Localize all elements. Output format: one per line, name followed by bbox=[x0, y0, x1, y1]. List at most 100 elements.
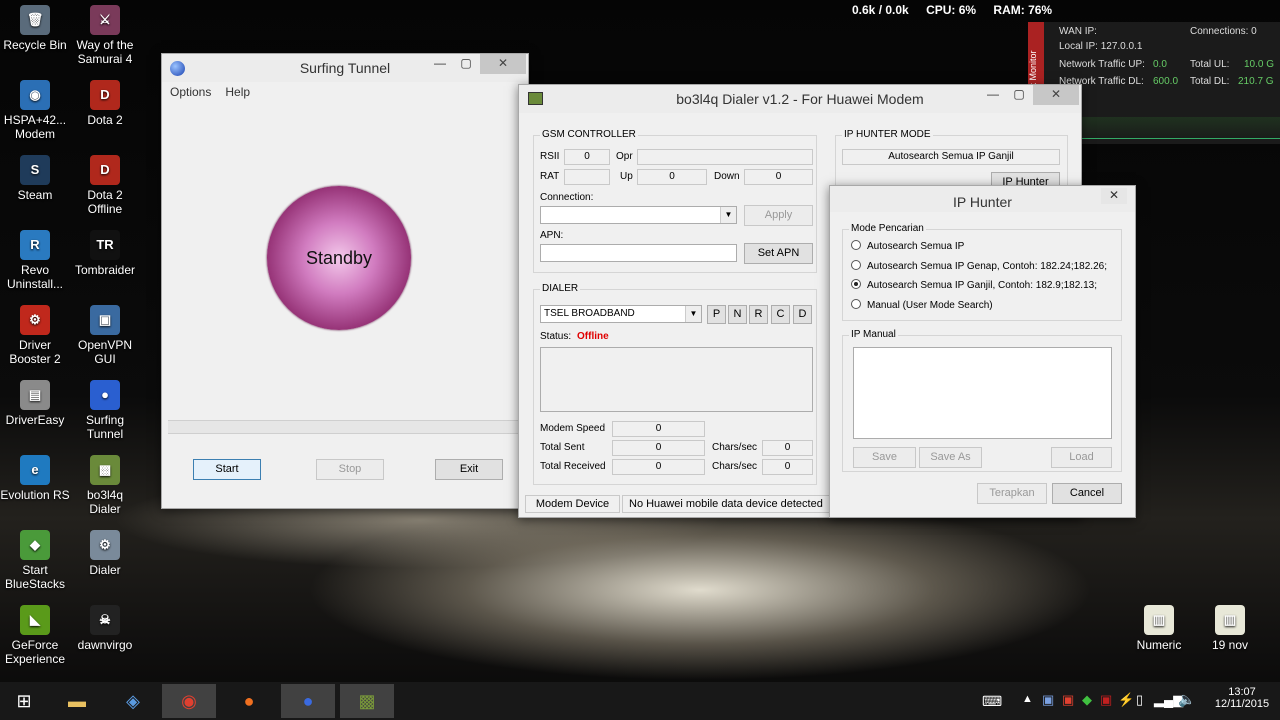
rat-label: RAT bbox=[540, 171, 560, 182]
desktop-icon[interactable]: R Revo Uninstall... bbox=[0, 230, 70, 291]
exit-button[interactable]: Exit bbox=[435, 459, 503, 480]
ip-hunter-titlebar[interactable]: IP Hunter ✕ bbox=[830, 186, 1135, 212]
dialer-maximize-button[interactable]: ▢ bbox=[1005, 85, 1033, 105]
dialer-close-button[interactable]: ✕ bbox=[1033, 85, 1079, 105]
desktop-icon[interactable]: TR Tombraider bbox=[70, 230, 140, 277]
desktop-icon[interactable]: ▥ 19 nov bbox=[1195, 605, 1265, 652]
desktop-icon[interactable]: S Steam bbox=[0, 155, 70, 202]
desktop-icon[interactable]: ◆ Start BlueStacks bbox=[0, 530, 70, 591]
apply-button[interactable]: Apply bbox=[744, 205, 813, 226]
mode-radio-option[interactable]: Autosearch Semua IP Genap, Contoh: 182.2… bbox=[851, 259, 1107, 272]
desktop-icon[interactable]: ▩ bo3l4q Dialer bbox=[70, 455, 140, 516]
dialer-titlebar[interactable]: bo3l4q Dialer v1.2 - For Huawei Modem — … bbox=[519, 85, 1081, 113]
ip-hunter-title: IP Hunter bbox=[953, 194, 1012, 210]
desktop-icon[interactable]: D Dota 2 Offline bbox=[70, 155, 140, 216]
minimize-button[interactable]: — bbox=[426, 54, 454, 74]
rsii-label: RSII bbox=[540, 151, 560, 162]
desktop-icon-label: Numeric bbox=[1136, 638, 1182, 652]
traffic-dl-value: 600.0 bbox=[1153, 76, 1179, 87]
profile-select[interactable]: TSEL BROADBAND ▼ bbox=[540, 305, 702, 323]
dialer-taskbar-icon[interactable]: ▩ bbox=[340, 684, 394, 718]
ip-hunter-close-button[interactable]: ✕ bbox=[1101, 188, 1127, 204]
r-button[interactable]: R bbox=[749, 305, 768, 324]
desktop-icon[interactable]: ☠ dawnvirgo bbox=[70, 605, 140, 652]
mode-radio-option[interactable]: Manual (User Mode Search) bbox=[851, 298, 993, 311]
traffic-graph bbox=[1056, 117, 1280, 139]
c-button[interactable]: C bbox=[771, 305, 790, 324]
keyboard-icon[interactable]: ⌨ bbox=[982, 693, 1002, 710]
p-button[interactable]: P bbox=[707, 305, 726, 324]
save-as-button[interactable]: Save As bbox=[919, 447, 982, 468]
apn-input[interactable] bbox=[540, 244, 737, 262]
terapkan-button[interactable]: Terapkan bbox=[977, 483, 1047, 504]
desktop-icon-label: 19 nov bbox=[1211, 638, 1249, 652]
desktop-icon[interactable]: 🗑 Recycle Bin bbox=[0, 5, 70, 52]
d-button[interactable]: D bbox=[793, 305, 812, 324]
radio-button-icon bbox=[851, 240, 861, 250]
connections: Connections: 0 bbox=[1190, 26, 1257, 37]
rsii-value: 0 bbox=[564, 149, 610, 165]
desktop-icon[interactable]: ⚙ Driver Booster 2 bbox=[0, 305, 70, 366]
battery-icon[interactable]: ▯ bbox=[1136, 692, 1143, 708]
tray-app4-icon[interactable]: ▣ bbox=[1100, 692, 1112, 708]
load-button[interactable]: Load bbox=[1051, 447, 1112, 468]
show-hidden-icons-icon[interactable]: ▲ bbox=[1022, 693, 1033, 705]
desktop-icon[interactable]: ◣ GeForce Experience bbox=[0, 605, 70, 666]
desktop-icon[interactable]: D Dota 2 bbox=[70, 80, 140, 127]
connection-select[interactable]: ▼ bbox=[540, 206, 737, 224]
chars-recv-label: Chars/sec bbox=[712, 461, 758, 472]
desktop-icon[interactable]: ▤ DriverEasy bbox=[0, 380, 70, 427]
desktop-icon[interactable]: ⚙ Dialer bbox=[70, 530, 140, 577]
total-ul-label: Total UL: bbox=[1190, 59, 1230, 70]
file-explorer-icon[interactable]: ▬ bbox=[50, 684, 104, 718]
volume-icon[interactable]: 🔈 bbox=[1178, 691, 1195, 708]
desktop-icon[interactable]: e Evolution RS bbox=[0, 455, 70, 502]
tray-app3-icon[interactable]: ◆ bbox=[1082, 692, 1092, 708]
clock[interactable]: 13:07 12/11/2015 bbox=[1212, 686, 1272, 710]
desktop-icon[interactable]: ▣ OpenVPN GUI bbox=[70, 305, 140, 366]
menu-bar: Options Help bbox=[162, 82, 528, 102]
surfing-tunnel-taskbar-icon[interactable]: ● bbox=[281, 684, 335, 718]
menu-help[interactable]: Help bbox=[225, 82, 250, 102]
ip-manual-textarea[interactable] bbox=[853, 347, 1112, 439]
chrome-icon[interactable]: ◉ bbox=[162, 684, 216, 718]
app-icon: 🗑 bbox=[20, 5, 50, 35]
app-icon: ▤ bbox=[20, 380, 50, 410]
stop-button[interactable]: Stop bbox=[316, 459, 384, 480]
desktop-icon[interactable]: ● Surfing Tunnel bbox=[70, 380, 140, 441]
surfing-tunnel-titlebar[interactable]: Surfing Tunnel — ▢ ✕ bbox=[162, 54, 528, 82]
cpu-usage: CPU: 6% bbox=[926, 3, 977, 17]
n-button[interactable]: N bbox=[728, 305, 747, 324]
start-button[interactable]: Start bbox=[193, 459, 261, 480]
close-button[interactable]: ✕ bbox=[480, 54, 526, 74]
tray-app-icon[interactable]: ▣ bbox=[1042, 692, 1054, 708]
app-icon: ☠ bbox=[90, 605, 120, 635]
modem-speed-value: 0 bbox=[612, 421, 705, 437]
menu-options[interactable]: Options bbox=[170, 82, 211, 102]
desktop-icon-label: Revo Uninstall... bbox=[6, 263, 64, 291]
local-ip: Local IP: 127.0.0.1 bbox=[1059, 41, 1143, 52]
mode-radio-option[interactable]: Autosearch Semua IP bbox=[851, 240, 964, 252]
dialer-minimize-button[interactable]: — bbox=[979, 85, 1007, 105]
desktop-icon[interactable]: ⚔ Way of the Samurai 4 bbox=[70, 5, 140, 66]
chars-sent-label: Chars/sec bbox=[712, 442, 758, 453]
mode-radio-option[interactable]: Autosearch Semua IP Ganjil, Contoh: 182.… bbox=[851, 279, 1097, 291]
desktop-icon-label: OpenVPN GUI bbox=[77, 338, 133, 366]
ip-manual-title: IP Manual bbox=[849, 329, 898, 340]
surfing-tunnel-window: Surfing Tunnel — ▢ ✕ Options Help Standb… bbox=[161, 53, 529, 509]
clock-time: 13:07 bbox=[1228, 686, 1256, 698]
cancel-button[interactable]: Cancel bbox=[1052, 483, 1122, 504]
maximize-button[interactable]: ▢ bbox=[452, 54, 480, 74]
desktop-icon[interactable]: ◉ HSPA+42... Modem bbox=[0, 80, 70, 141]
network-app-icon[interactable]: ◈ bbox=[106, 684, 160, 718]
ram-usage: RAM: 76% bbox=[993, 3, 1053, 17]
set-apn-button[interactable]: Set APN bbox=[744, 243, 813, 264]
firefox-icon[interactable]: ● bbox=[222, 684, 276, 718]
tray-app2-icon[interactable]: ▣ bbox=[1062, 692, 1074, 708]
app-icon: D bbox=[90, 80, 120, 110]
save-button[interactable]: Save bbox=[853, 447, 916, 468]
ip-manual-group: IP Manual Save Save As Load bbox=[842, 329, 1122, 472]
power-icon[interactable]: ⚡ bbox=[1118, 692, 1134, 708]
start-windows-icon[interactable]: ⊞ bbox=[0, 684, 48, 718]
desktop-icon[interactable]: ▥ Numeric bbox=[1124, 605, 1194, 652]
